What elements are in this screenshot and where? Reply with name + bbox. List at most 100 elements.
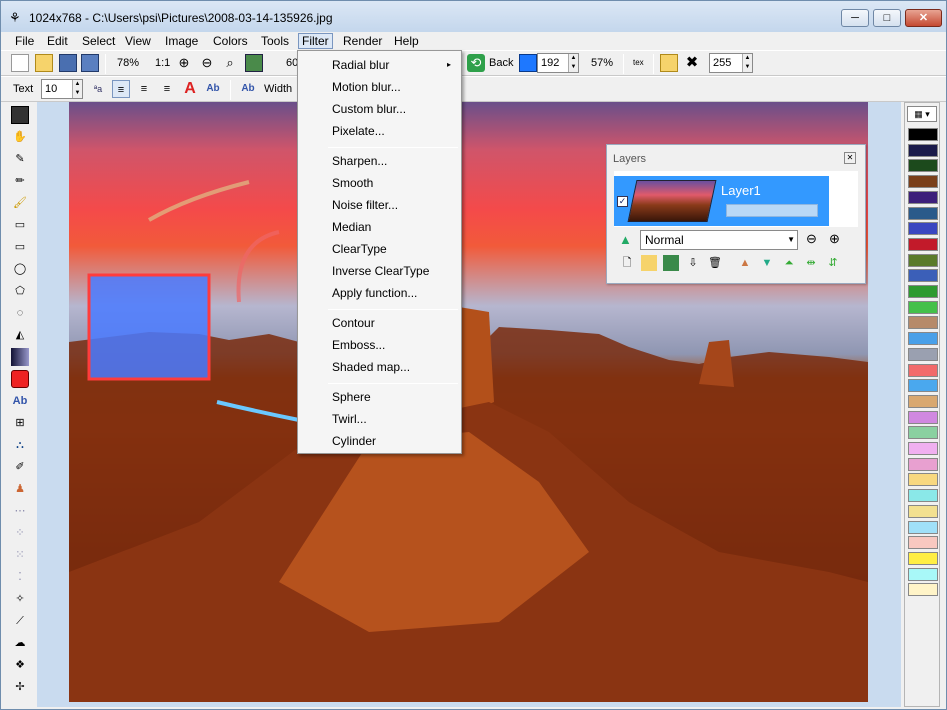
open-layer-icon[interactable]: [641, 255, 657, 271]
menu-item-median[interactable]: Median: [332, 220, 371, 234]
menu-item-sharpen[interactable]: Sharpen...: [332, 154, 387, 168]
menu-filter[interactable]: Filter: [298, 33, 333, 49]
palette-swatch[interactable]: [908, 159, 938, 173]
zoom-in-icon[interactable]: ⊕: [175, 54, 193, 72]
hand-icon[interactable]: ✋: [11, 128, 29, 146]
menu-item-pixelate[interactable]: Pixelate...: [332, 124, 385, 138]
merge-layer-icon[interactable]: ⇩: [685, 255, 701, 271]
palette-swatch[interactable]: [908, 379, 938, 393]
text-color-icon[interactable]: A: [181, 80, 199, 98]
text-tool-icon[interactable]: Ab: [11, 392, 29, 410]
zoom-fit-icon[interactable]: ⌕: [221, 54, 239, 72]
menu-item-sphere[interactable]: Sphere: [332, 390, 371, 404]
layer-visibility-checkbox[interactable]: ✓: [617, 196, 628, 207]
clone-icon[interactable]: ❖: [11, 656, 29, 674]
move-icon[interactable]: ✢: [11, 678, 29, 696]
folder-icon[interactable]: [660, 54, 678, 72]
palette-swatch[interactable]: [908, 285, 938, 298]
stamp-icon[interactable]: ♟: [11, 480, 29, 498]
flip-horizontal-icon[interactable]: ⇹: [803, 255, 819, 271]
menu-item-emboss[interactable]: Emboss...: [332, 338, 385, 352]
palette-swatch[interactable]: [908, 551, 938, 565]
select-free-icon[interactable]: ⁚: [11, 568, 29, 586]
palette-swatch[interactable]: [908, 567, 938, 581]
layer-item[interactable]: ✓ Layer1: [614, 176, 829, 226]
grid-icon[interactable]: [11, 106, 29, 124]
tex-label[interactable]: tex: [633, 54, 644, 72]
menu-item-contour[interactable]: Contour: [332, 316, 375, 330]
flip-vertical-icon[interactable]: ⇵: [825, 255, 841, 271]
value-255-spinner[interactable]: 255 ▲ ▼: [709, 53, 753, 73]
palette-swatch[interactable]: [908, 520, 938, 534]
layer-shape-icon[interactable]: ⏶: [781, 255, 797, 271]
palette-swatch[interactable]: [908, 300, 938, 314]
menu-item-cleartype[interactable]: ClearType: [332, 242, 387, 256]
crop-icon[interactable]: ⊞: [11, 414, 29, 432]
rounded-rect-icon[interactable]: [11, 370, 29, 388]
zoom-1-1[interactable]: 1:1: [155, 54, 170, 72]
layers-close-icon[interactable]: ✕: [844, 152, 856, 164]
back-icon[interactable]: ⟲: [467, 54, 485, 72]
open-icon[interactable]: [35, 54, 53, 72]
layer-zoom-out-icon[interactable]: ⊖: [806, 231, 817, 247]
align-right-icon[interactable]: ≡: [158, 80, 176, 98]
eyedropper-icon[interactable]: ✎: [11, 150, 29, 168]
smudge-icon[interactable]: ☁: [11, 634, 29, 652]
delete-icon[interactable]: ✖: [683, 54, 701, 72]
palette-swatch[interactable]: [908, 253, 938, 267]
palette-swatch[interactable]: [908, 489, 938, 503]
palette-swatch[interactable]: [908, 143, 938, 157]
text-outline-icon[interactable]: Ab: [239, 80, 257, 98]
fill-icon[interactable]: ◭: [11, 326, 29, 344]
menu-file[interactable]: File: [12, 33, 37, 49]
lasso-icon[interactable]: ◌: [11, 304, 29, 322]
palette-swatch[interactable]: [908, 457, 938, 471]
layers-toggle-icon[interactable]: [245, 54, 263, 72]
palette-swatch[interactable]: [908, 237, 938, 251]
font-size-spinner[interactable]: 10 ▲ ▼: [41, 79, 83, 99]
menu-item-twirl[interactable]: Twirl...: [332, 412, 367, 426]
palette-swatch[interactable]: [908, 426, 938, 440]
menu-select[interactable]: Select: [79, 33, 118, 49]
menu-view[interactable]: View: [122, 33, 154, 49]
layer-zoom-in-icon[interactable]: ⊕: [829, 231, 840, 247]
menu-image[interactable]: Image: [162, 33, 201, 49]
delete-layer-icon[interactable]: 🗑: [707, 255, 723, 271]
close-button[interactable]: ✕: [905, 9, 942, 27]
palette-swatch[interactable]: [908, 316, 938, 330]
select-poly-icon[interactable]: ⁙: [11, 546, 29, 564]
save-all-icon[interactable]: [81, 54, 99, 72]
new-icon[interactable]: [11, 54, 29, 72]
line-select-icon[interactable]: ⟋: [11, 612, 29, 630]
palette-swatch[interactable]: [908, 347, 938, 361]
select-ellipse-icon[interactable]: ⁘: [11, 524, 29, 542]
palette-swatch[interactable]: [908, 583, 938, 597]
palette-swatch[interactable]: [908, 394, 938, 408]
new-layer-icon[interactable]: 🗋: [619, 255, 635, 271]
menu-render[interactable]: Render: [340, 33, 385, 49]
menu-colors[interactable]: Colors: [210, 33, 251, 49]
select-rect-icon[interactable]: ⋯: [11, 502, 29, 520]
brush-icon[interactable]: 🖌: [11, 194, 29, 212]
menu-item-radial-blur[interactable]: Radial blur: [332, 58, 389, 72]
menu-item-motion-blur[interactable]: Motion blur...: [332, 80, 401, 94]
palette-swatch[interactable]: [908, 536, 938, 550]
save-icon[interactable]: [59, 54, 77, 72]
menu-item-cylinder[interactable]: Cylinder: [332, 434, 376, 448]
menu-item-apply-function[interactable]: Apply function...: [332, 286, 417, 300]
dropper-icon[interactable]: ✐: [11, 458, 29, 476]
gradient-icon[interactable]: [11, 348, 29, 366]
menu-item-custom-blur[interactable]: Custom blur...: [332, 102, 406, 116]
palette-swatch[interactable]: [908, 332, 938, 346]
menu-tools[interactable]: Tools: [258, 33, 292, 49]
zoom-out-icon[interactable]: ⊖: [198, 54, 216, 72]
palette-swatch[interactable]: [908, 269, 938, 283]
palette-swatch[interactable]: [908, 206, 938, 220]
palette-swatch[interactable]: [908, 473, 938, 487]
magic-wand-icon[interactable]: ✧: [11, 590, 29, 608]
rectangle-icon[interactable]: ▭: [11, 238, 29, 256]
palette-swatch[interactable]: [908, 504, 938, 518]
menu-item-inverse-cleartype[interactable]: Inverse ClearType: [332, 264, 429, 278]
palette-swatch[interactable]: [908, 410, 938, 424]
ellipse-icon[interactable]: ◯: [11, 260, 29, 278]
